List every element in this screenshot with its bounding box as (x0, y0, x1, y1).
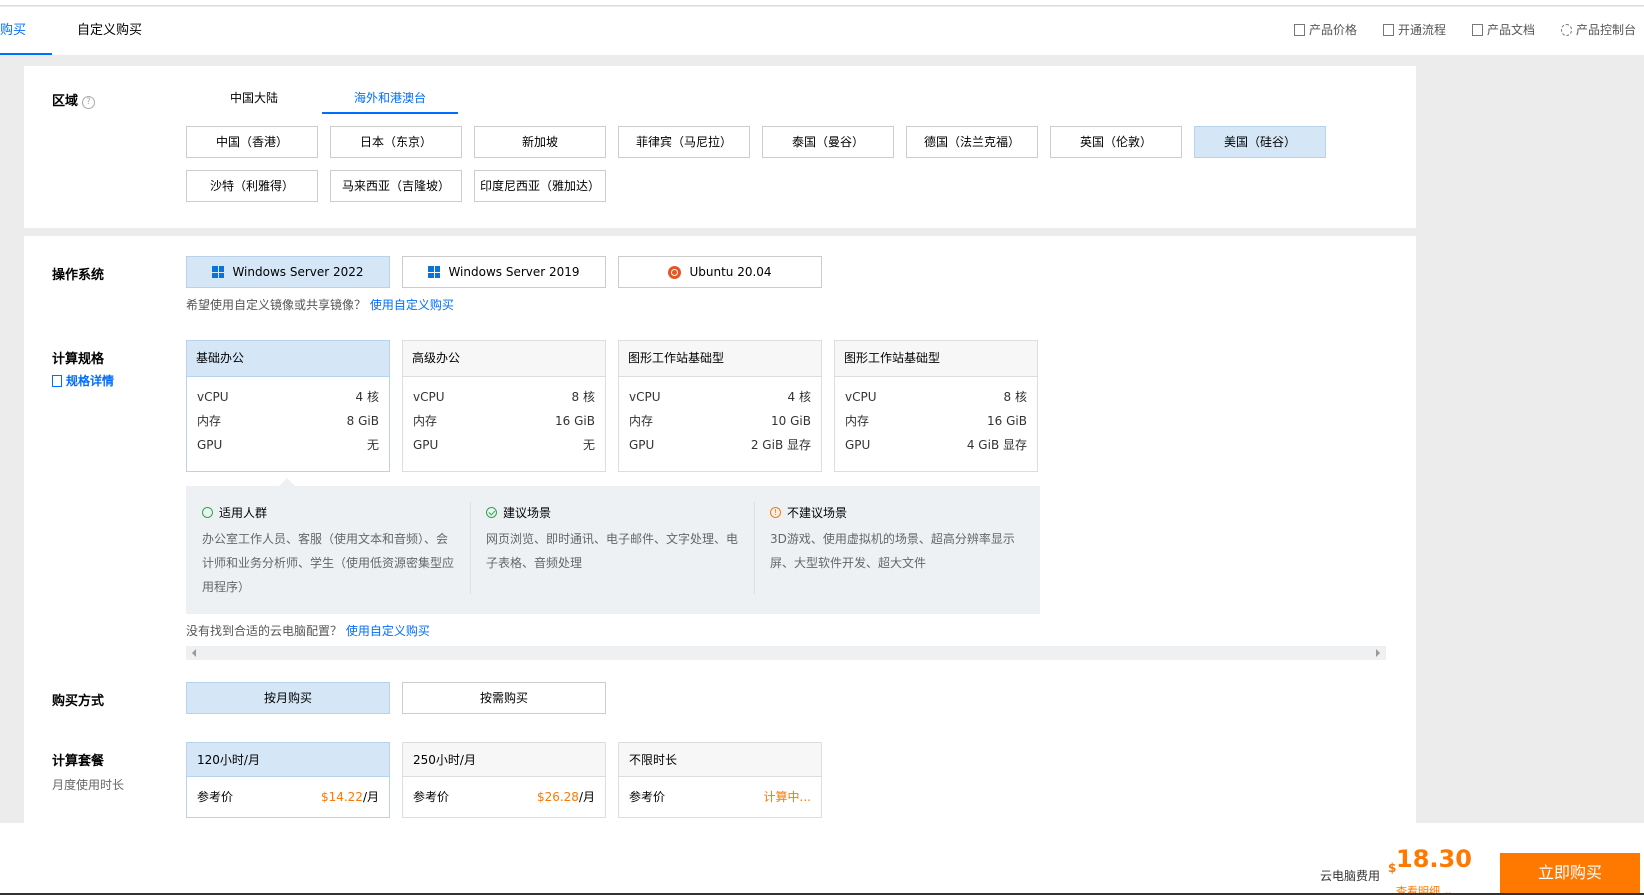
spec-card-title: 高级办公 (403, 341, 605, 377)
region-option-singapore[interactable]: 新加坡 (474, 126, 606, 158)
package-price-row: 参考价 $14.22/月 (197, 790, 379, 804)
horizontal-scrollbar[interactable] (186, 646, 1386, 660)
spec-hint: 没有找到合适的云电脑配置？ 使用自定义购买 (186, 624, 430, 638)
os-label: 操作系统 (52, 268, 105, 283)
region-option-frankfurt[interactable]: 德国（法兰克福） (906, 126, 1038, 158)
spec-card-graphics-basic-1[interactable]: 图形工作站基础型 vCPU 4 核 内存 10 GiB GPU 2 GiB 显存 (618, 340, 822, 472)
purchase-ondemand-option[interactable]: 按需购买 (402, 682, 606, 714)
list-icon (1293, 23, 1305, 36)
spec-row-vcpu: vCPU 8 核 (845, 390, 1027, 404)
user-icon (202, 507, 213, 518)
package-price-row: 参考价 $26.28/月 (413, 790, 595, 804)
spec-info-box: 适用人群 办公室工作人员、客服（使用文本和音频）、会计师和业务分析师、学生（使用… (186, 486, 1040, 614)
info-not-recommended: ! 不建议场景 3D游戏、使用虚拟机的场景、超高分辨率显示屏、大型软件开发、超大文… (770, 506, 1015, 570)
info-users: 适用人群 办公室工作人员、客服（使用文本和音频）、会计师和业务分析师、学生（使用… (202, 506, 455, 594)
open-process-link[interactable]: 开通流程 (1382, 21, 1446, 38)
product-docs-link[interactable]: 产品文档 (1471, 21, 1535, 38)
spec-row-mem: 内存 8 GiB (197, 414, 379, 428)
region-label: 区域? (52, 90, 96, 109)
info-arrow (279, 478, 295, 486)
os-custom-purchase-link[interactable]: 使用自定义购买 (370, 298, 454, 312)
spec-row-mem: 内存 16 GiB (845, 414, 1027, 428)
package-card-250h[interactable]: 250小时/月 参考价 $26.28/月 (402, 742, 606, 818)
package-label: 计算套餐 (52, 754, 105, 769)
package-card-unlimited[interactable]: 不限时长 参考价 计算中... (618, 742, 822, 818)
os-option-ws2022[interactable]: Windows Server 2022 (186, 256, 390, 288)
info-divider (470, 502, 471, 594)
tab-purchase[interactable]: 购买 (0, 7, 52, 55)
purchase-label: 购买方式 (52, 694, 105, 709)
tab-custom-purchase[interactable]: 自定义购买 (77, 7, 142, 55)
footer-bar: 云电脑费用 $ 18.30 查看明细 ⌄ 立即购买 (0, 823, 1644, 895)
region-option-siliconvalley[interactable]: 美国（硅谷） (1194, 126, 1326, 158)
spec-card-basic-office[interactable]: 基础办公 vCPU 4 核 内存 8 GiB GPU 无 (186, 340, 390, 472)
spec-card-advanced-office[interactable]: 高级办公 vCPU 8 核 内存 16 GiB GPU 无 (402, 340, 606, 472)
region-option-manila[interactable]: 菲律宾（马尼拉） (618, 126, 750, 158)
top-bar: 购买 自定义购买 产品价格 开通流程 产品文档 产品控制台 (0, 7, 1644, 55)
windows-icon (212, 266, 225, 278)
region-option-jakarta[interactable]: 印度尼西亚（雅加达） (474, 170, 606, 202)
scroll-right-icon[interactable] (1376, 649, 1380, 657)
package-card-120h[interactable]: 120小时/月 参考价 $14.22/月 (186, 742, 390, 818)
spec-custom-purchase-link[interactable]: 使用自定义购买 (346, 624, 430, 638)
spec-row-vcpu: vCPU 4 核 (629, 390, 811, 404)
spec-row-gpu: GPU 4 GiB 显存 (845, 438, 1027, 452)
package-card-title: 250小时/月 (403, 743, 605, 777)
spec-card-graphics-basic-2[interactable]: 图形工作站基础型 vCPU 8 核 内存 16 GiB GPU 4 GiB 显存 (834, 340, 1038, 472)
os-option-ws2019[interactable]: Windows Server 2019 (402, 256, 606, 288)
spec-card-title: 图形工作站基础型 (835, 341, 1037, 377)
buy-now-button[interactable]: 立即购买 (1500, 853, 1640, 895)
scroll-left-icon[interactable] (192, 649, 196, 657)
region-option-bangkok[interactable]: 泰国（曼谷） (762, 126, 894, 158)
region-option-kualalumpur[interactable]: 马来西亚（吉隆坡） (330, 170, 462, 202)
os-option-ubuntu[interactable]: Ubuntu 20.04 (618, 256, 822, 288)
region-option-london[interactable]: 英国（伦敦） (1050, 126, 1182, 158)
fee-label: 云电脑费用 (1320, 869, 1381, 883)
spec-detail-link[interactable]: 规格详情 (52, 372, 114, 389)
spec-row-gpu: GPU 无 (197, 438, 379, 452)
doc-icon (1382, 23, 1394, 36)
doc-icon (52, 375, 62, 387)
spec-row-gpu: GPU 无 (413, 438, 595, 452)
spec-label: 计算规格 (52, 352, 105, 367)
spec-row-mem: 内存 16 GiB (413, 414, 595, 428)
spec-row-vcpu: vCPU 8 核 (413, 390, 595, 404)
package-card-title: 120小时/月 (187, 743, 389, 777)
fee-amount: 18.30 (1396, 845, 1472, 873)
region-option-tokyo[interactable]: 日本（东京） (330, 126, 462, 158)
region-tab-mainland[interactable]: 中国大陆 (186, 84, 322, 114)
region-option-hongkong[interactable]: 中国（香港） (186, 126, 318, 158)
region-panel: 区域? 中国大陆 海外和港澳台 中国（香港） 日本（东京） 新加坡 菲律宾（马尼… (24, 66, 1416, 228)
package-price-row: 参考价 计算中... (629, 790, 811, 804)
info-scenes: 建议场景 网页浏览、即时通讯、电子邮件、文字处理、电子表格、音频处理 (486, 506, 739, 570)
spec-row-gpu: GPU 2 GiB 显存 (629, 438, 811, 452)
region-tabs: 中国大陆 海外和港澳台 (186, 84, 458, 114)
help-icon[interactable]: ? (82, 96, 96, 109)
spec-card-title: 基础办公 (187, 341, 389, 377)
warning-icon: ! (770, 507, 781, 518)
package-card-title: 不限时长 (619, 743, 821, 777)
spec-card-title: 图形工作站基础型 (619, 341, 821, 377)
region-tab-overseas[interactable]: 海外和港澳台 (322, 84, 458, 114)
info-divider (754, 502, 755, 594)
windows-icon (428, 266, 441, 278)
book-icon (1471, 23, 1483, 36)
config-panel: 操作系统 Windows Server 2022 Windows Server … (24, 236, 1416, 826)
product-console-link[interactable]: 产品控制台 (1560, 21, 1636, 38)
product-price-link[interactable]: 产品价格 (1293, 21, 1357, 38)
os-hint: 希望使用自定义镜像或共享镜像？ 使用自定义购买 (186, 298, 454, 312)
purchase-monthly-option[interactable]: 按月购买 (186, 682, 390, 714)
package-sublabel: 月度使用时长 (52, 778, 125, 792)
gear-icon (1560, 23, 1572, 36)
top-links: 产品价格 开通流程 产品文档 产品控制台 (1293, 21, 1636, 38)
top-edge (0, 0, 1644, 6)
spec-row-mem: 内存 10 GiB (629, 414, 811, 428)
ubuntu-icon (668, 265, 682, 279)
region-option-riyadh[interactable]: 沙特（利雅得） (186, 170, 318, 202)
check-circle-icon (486, 507, 497, 518)
spec-row-vcpu: vCPU 4 核 (197, 390, 379, 404)
